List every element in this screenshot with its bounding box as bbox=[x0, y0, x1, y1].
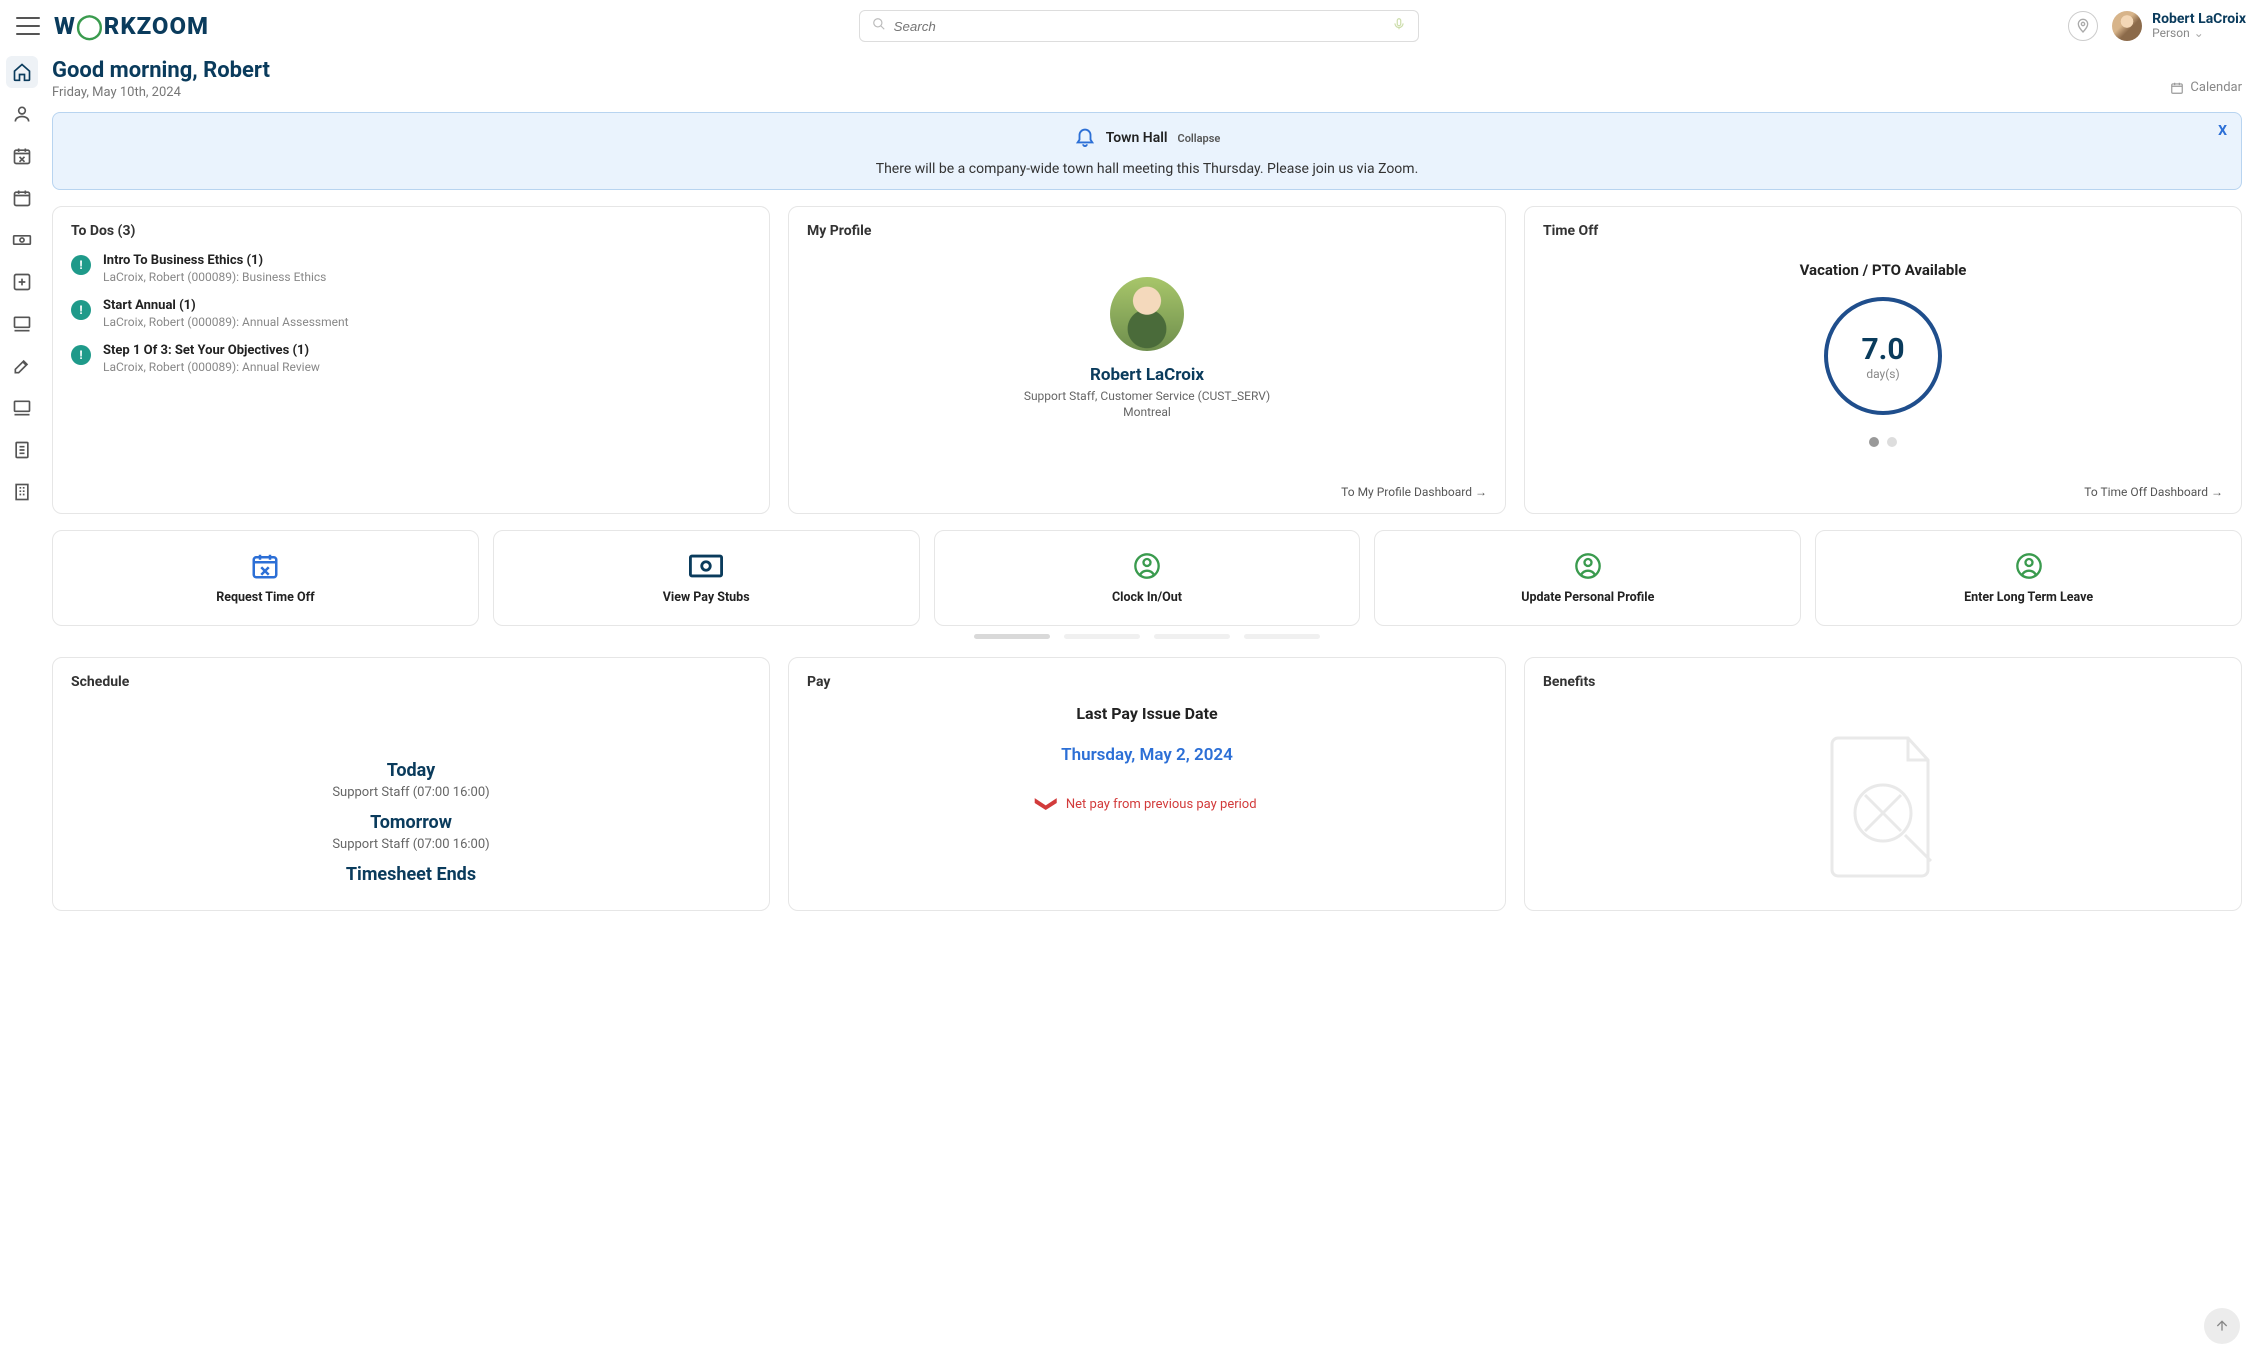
mic-icon[interactable] bbox=[1392, 17, 1406, 35]
scroll-top-button[interactable] bbox=[2204, 1308, 2240, 1344]
money-icon bbox=[689, 552, 723, 580]
todo-item[interactable]: ! Start Annual (1) LaCroix, Robert (0000… bbox=[71, 298, 751, 329]
quick-paystubs[interactable]: View Pay Stubs bbox=[493, 530, 920, 626]
todo-title: Start Annual (1) bbox=[103, 298, 349, 313]
nav-pay[interactable] bbox=[6, 224, 38, 256]
todo-subtitle: LaCroix, Robert (000089): Annual Review bbox=[103, 360, 320, 374]
nav-add[interactable] bbox=[6, 266, 38, 298]
todo-title: Step 1 Of 3: Set Your Objectives (1) bbox=[103, 343, 320, 358]
arrow-down-icon: ❯ bbox=[1036, 795, 1058, 813]
pager-bar[interactable] bbox=[1244, 634, 1320, 639]
nav-document[interactable] bbox=[6, 434, 38, 466]
quick-label: Clock In/Out bbox=[1112, 590, 1182, 605]
schedule-tomorrow-shift: Support Staff (07:00 16:00) bbox=[71, 837, 751, 852]
nav-calendar[interactable] bbox=[6, 182, 38, 214]
quick-clock[interactable]: Clock In/Out bbox=[934, 530, 1361, 626]
profile-location: Montreal bbox=[807, 405, 1487, 419]
timeoff-label: Vacation / PTO Available bbox=[1543, 261, 2223, 279]
nav-calendar-x[interactable] bbox=[6, 140, 38, 172]
schedule-today-label: Today bbox=[71, 760, 751, 781]
quick-label: View Pay Stubs bbox=[663, 590, 750, 605]
search-input[interactable] bbox=[894, 19, 1384, 34]
pager-bar[interactable] bbox=[1154, 634, 1230, 639]
menu-toggle[interactable] bbox=[16, 17, 40, 35]
quick-label: Update Personal Profile bbox=[1521, 590, 1654, 605]
profile-role: Support Staff, Customer Service (CUST_SE… bbox=[807, 389, 1487, 403]
announcement-title: Town Hall bbox=[1106, 130, 1168, 146]
todos-card: To Dos (3) ! Intro To Business Ethics (1… bbox=[52, 206, 770, 514]
profile-card: My Profile Robert LaCroix Support Staff,… bbox=[788, 206, 1506, 514]
collapse-button[interactable]: Collapse bbox=[1178, 132, 1221, 145]
todos-title: To Dos (3) bbox=[71, 223, 751, 239]
todo-subtitle: LaCroix, Robert (000089): Business Ethic… bbox=[103, 270, 326, 284]
person-icon bbox=[1574, 552, 1602, 580]
quick-label: Enter Long Term Leave bbox=[1964, 590, 2093, 605]
announcement-body: There will be a company-wide town hall m… bbox=[69, 161, 2225, 177]
close-button[interactable]: X bbox=[2218, 123, 2227, 139]
quick-request-timeoff[interactable]: Request Time Off bbox=[52, 530, 479, 626]
schedule-title: Schedule bbox=[71, 674, 751, 690]
todo-item[interactable]: ! Step 1 Of 3: Set Your Objectives (1) L… bbox=[71, 343, 751, 374]
pay-date: Thursday, May 2, 2024 bbox=[807, 745, 1487, 765]
pay-net-label: Net pay from previous pay period bbox=[1066, 797, 1257, 812]
schedule-today-shift: Support Staff (07:00 16:00) bbox=[71, 785, 751, 800]
timeoff-card-title: Time Off bbox=[1543, 223, 2223, 239]
nav-person[interactable] bbox=[6, 98, 38, 130]
alert-icon: ! bbox=[71, 255, 91, 275]
todo-item[interactable]: ! Intro To Business Ethics (1) LaCroix, … bbox=[71, 253, 751, 284]
schedule-card: Schedule Today Support Staff (07:00 16:0… bbox=[52, 657, 770, 911]
nav-monitor-2[interactable] bbox=[6, 392, 38, 424]
profile-card-title: My Profile bbox=[807, 223, 1487, 239]
global-search[interactable] bbox=[859, 10, 1419, 42]
chevron-down-icon bbox=[2194, 27, 2204, 40]
calendar-link[interactable]: Calendar bbox=[2170, 80, 2242, 95]
person-icon bbox=[1133, 552, 1161, 580]
profile-name: Robert LaCroix bbox=[807, 365, 1487, 385]
announcement-banner: X Town Hall Collapse There will be a com… bbox=[52, 112, 2242, 190]
quick-long-term-leave[interactable]: Enter Long Term Leave bbox=[1815, 530, 2242, 626]
empty-document-icon bbox=[1813, 728, 1953, 888]
nav-monitor[interactable] bbox=[6, 308, 38, 340]
timeoff-ring: 7.0 day(s) bbox=[1824, 297, 1942, 415]
avatar bbox=[2112, 11, 2142, 41]
user-role: Person bbox=[2152, 27, 2190, 40]
schedule-tomorrow-label: Tomorrow bbox=[71, 812, 751, 833]
nav-home[interactable] bbox=[6, 56, 38, 88]
timeoff-card: Time Off Vacation / PTO Available 7.0 da… bbox=[1524, 206, 2242, 514]
pager-dot[interactable] bbox=[1869, 437, 1879, 447]
pay-heading: Last Pay Issue Date bbox=[807, 704, 1487, 723]
pager-bar[interactable] bbox=[974, 634, 1050, 639]
timeoff-unit: day(s) bbox=[1866, 367, 1899, 381]
profile-avatar bbox=[1110, 277, 1184, 351]
alert-icon: ! bbox=[71, 300, 91, 320]
benefits-card: Benefits bbox=[1524, 657, 2242, 911]
benefits-title: Benefits bbox=[1543, 674, 2223, 690]
page-date: Friday, May 10th, 2024 bbox=[52, 85, 270, 100]
profile-dashboard-link[interactable]: To My Profile Dashboard bbox=[1341, 485, 1487, 499]
pager-dot[interactable] bbox=[1887, 437, 1897, 447]
alert-icon: ! bbox=[71, 345, 91, 365]
calendar-x-icon bbox=[250, 552, 280, 580]
nav-building[interactable] bbox=[6, 476, 38, 508]
timeoff-dashboard-link[interactable]: To Time Off Dashboard bbox=[2084, 485, 2223, 499]
nav-edit[interactable] bbox=[6, 350, 38, 382]
brand-logo: W◯RKZOOM bbox=[54, 12, 209, 40]
bell-icon bbox=[1074, 125, 1096, 151]
calendar-link-label: Calendar bbox=[2190, 80, 2242, 95]
person-icon bbox=[2015, 552, 2043, 580]
user-menu[interactable]: Robert LaCroix Person bbox=[2112, 11, 2246, 41]
pay-card: Pay Last Pay Issue Date Thursday, May 2,… bbox=[788, 657, 1506, 911]
todo-title: Intro To Business Ethics (1) bbox=[103, 253, 326, 268]
quick-label: Request Time Off bbox=[216, 590, 314, 605]
page-greeting: Good morning, Robert bbox=[52, 58, 270, 83]
timeoff-value: 7.0 bbox=[1861, 332, 1904, 367]
schedule-timesheet-label: Timesheet Ends bbox=[71, 864, 751, 885]
pay-title: Pay bbox=[807, 674, 1487, 690]
quick-update-profile[interactable]: Update Personal Profile bbox=[1374, 530, 1801, 626]
pager-bar[interactable] bbox=[1064, 634, 1140, 639]
location-button[interactable] bbox=[2068, 11, 2098, 41]
search-icon bbox=[872, 17, 886, 35]
user-name: Robert LaCroix bbox=[2152, 12, 2246, 27]
todo-subtitle: LaCroix, Robert (000089): Annual Assessm… bbox=[103, 315, 349, 329]
